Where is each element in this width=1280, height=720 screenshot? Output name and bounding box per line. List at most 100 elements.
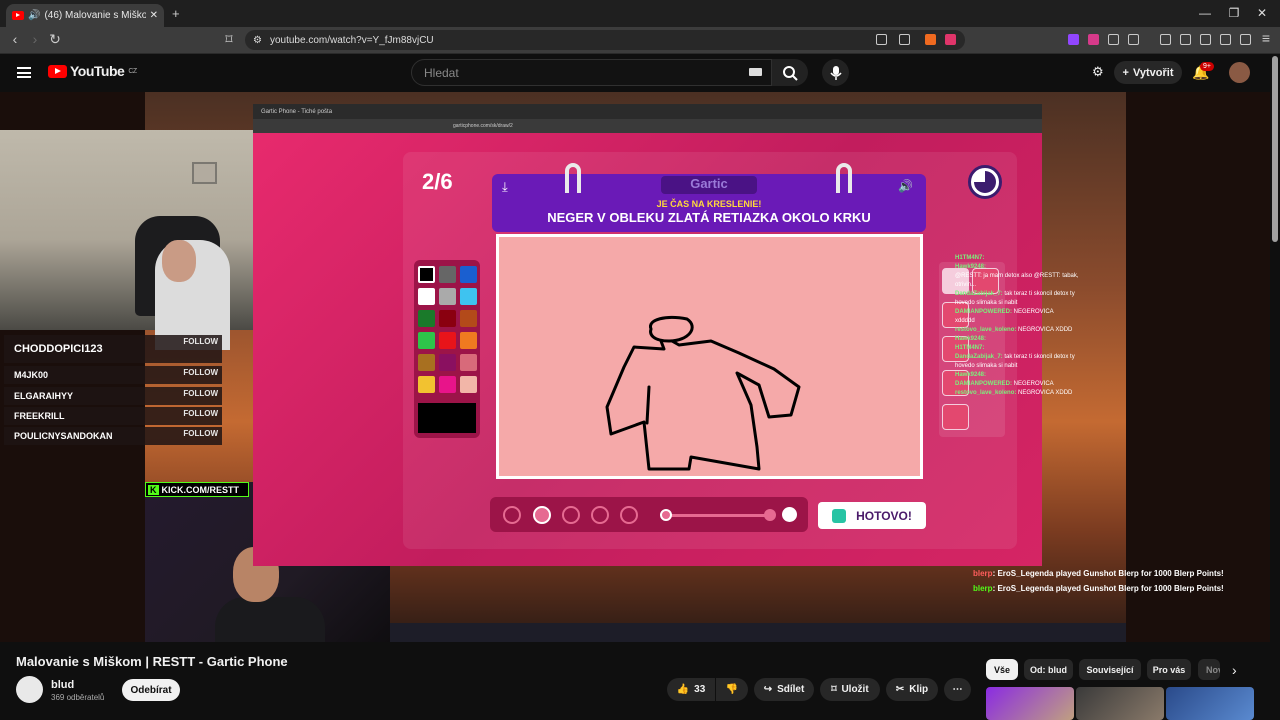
like-button[interactable]: 👍 33 <box>667 678 715 701</box>
opacity-slider[interactable] <box>662 514 772 517</box>
color-swatch[interactable] <box>460 376 477 393</box>
color-swatch[interactable] <box>460 310 477 327</box>
color-swatch[interactable] <box>460 288 477 305</box>
current-color-preview <box>418 403 476 433</box>
color-swatch[interactable] <box>439 332 456 349</box>
minimize-button[interactable]: — <box>1195 6 1215 20</box>
brush-size-option[interactable] <box>620 506 638 524</box>
follow-alert: CHODDOPICI123 FOLLOW <box>4 335 222 363</box>
cast-icon[interactable] <box>876 34 887 45</box>
share-icon: ↪ <box>763 684 773 695</box>
user-avatar[interactable] <box>1229 62 1250 83</box>
color-swatch[interactable] <box>439 288 456 305</box>
forward-icon[interactable]: › <box>26 31 44 47</box>
color-swatch[interactable] <box>439 266 456 283</box>
new-tab-button[interactable]: + <box>172 6 180 21</box>
page-scrollbar[interactable] <box>1272 56 1278 242</box>
youtube-logo[interactable]: YouTube CZ <box>48 63 137 79</box>
done-button[interactable]: HOTOVO! <box>818 502 926 529</box>
channel-avatar[interactable] <box>16 676 43 703</box>
color-swatch[interactable] <box>418 288 435 305</box>
search-input[interactable]: Hledat <box>411 59 772 86</box>
recommended-thumbnail[interactable] <box>986 687 1074 720</box>
leo-ai-icon[interactable] <box>1220 34 1231 45</box>
brush-size-option[interactable] <box>591 506 609 524</box>
site-info-icon[interactable]: ⚙ <box>253 35 262 46</box>
chat-text: NEGROVICA XDDD <box>1018 327 1073 333</box>
back-icon[interactable]: ‹ <box>6 31 24 47</box>
recommended-thumbnail[interactable] <box>1166 687 1254 720</box>
more-actions-button[interactable]: ⋯ <box>944 678 971 701</box>
color-swatch[interactable] <box>418 266 435 283</box>
close-window-button[interactable]: ✕ <box>1252 6 1272 20</box>
eraser-tool-icon[interactable] <box>942 404 969 430</box>
search-button[interactable] <box>772 59 808 86</box>
chat-message: restovo_lave_koleno: NEGROVICA XDDD <box>955 326 1085 335</box>
url-bar[interactable]: ⚙ youtube.com/watch?v=Y_fJm88vjCU <box>245 30 965 50</box>
chip-from-channel[interactable]: Od: blud <box>1024 659 1073 680</box>
chip-related[interactable]: Související <box>1079 659 1141 680</box>
slider-handle[interactable] <box>764 509 776 521</box>
color-swatch[interactable] <box>418 310 435 327</box>
color-swatch[interactable] <box>418 376 435 393</box>
color-swatch[interactable] <box>460 354 477 371</box>
chip-all[interactable]: Vše <box>986 659 1018 680</box>
volume-icon[interactable]: 🔊 <box>898 179 913 193</box>
clip-button[interactable]: ✂ Klip <box>886 678 938 701</box>
dislike-button[interactable]: 👎 <box>716 678 748 701</box>
save-button[interactable]: ⌑ Uložit <box>820 678 880 701</box>
chat-message: DandaZabijak_7: tak teraz ti skoncil det… <box>955 353 1085 371</box>
bookmark-icon[interactable]: ⌑ <box>220 31 238 48</box>
channel-name[interactable]: blud <box>51 679 74 691</box>
recommended-thumbnail[interactable] <box>1076 687 1164 720</box>
chat-user: Hawk9248: <box>955 264 987 270</box>
blerp-alert: blerp: EroS_Legenda played Gunshot Blerp… <box>973 584 1224 593</box>
check-icon <box>832 508 847 523</box>
subscribe-button[interactable]: Odebírat <box>122 679 180 701</box>
keyboard-icon[interactable] <box>749 68 762 76</box>
share-page-icon[interactable] <box>899 34 910 45</box>
brush-size-option[interactable] <box>503 506 521 524</box>
share-button[interactable]: ↪ Sdílet <box>754 678 814 701</box>
color-swatch[interactable] <box>439 354 456 371</box>
color-swatch[interactable] <box>460 266 477 283</box>
chat-message: H1TM4N7: <box>955 254 1085 263</box>
reload-icon[interactable]: ↻ <box>46 31 64 48</box>
tab-close-icon[interactable]: ✕ <box>150 10 158 21</box>
create-button[interactable]: + Vytvořit <box>1114 61 1182 84</box>
chips-next-icon[interactable]: › <box>1232 662 1237 678</box>
follow-alert: POULICNYSANDOKAN FOLLOW <box>4 427 222 445</box>
browser-tab-bar <box>0 0 1280 27</box>
chip-for-you[interactable]: Pro vás <box>1147 659 1191 680</box>
drawing-canvas[interactable] <box>496 234 923 479</box>
chip-new[interactable]: Nové <box>1198 659 1220 680</box>
sidebar-icon[interactable] <box>1180 34 1191 45</box>
puzzle-icon[interactable] <box>1108 34 1119 45</box>
extension-icon[interactable] <box>1088 34 1099 45</box>
follow-alert: ELGARAIHYY FOLLOW <box>4 387 222 405</box>
hamburger-menu-icon[interactable] <box>17 67 31 78</box>
slider-min-icon <box>660 509 672 521</box>
voice-search-button[interactable] <box>822 59 849 86</box>
music-icon[interactable] <box>1160 34 1171 45</box>
download-icon[interactable]: ⤓ <box>502 179 508 195</box>
speaker-icon: 🔊 <box>28 10 41 21</box>
alert-user: blerp <box>973 584 993 593</box>
restore-button[interactable]: ❐ <box>1224 6 1244 20</box>
vpn-icon[interactable] <box>1240 34 1251 45</box>
browser-tab[interactable]: 🔊 (46) Malovanie s Miškom | RES ✕ <box>6 4 164 27</box>
brush-size-option[interactable] <box>562 506 580 524</box>
color-swatch[interactable] <box>418 354 435 371</box>
screenshot-icon[interactable] <box>1128 34 1139 45</box>
brave-shields-icon[interactable] <box>925 34 936 45</box>
menu-icon[interactable]: ≡ <box>1257 30 1275 46</box>
color-swatch[interactable] <box>460 332 477 349</box>
color-swatch[interactable] <box>439 310 456 327</box>
brave-rewards-icon[interactable] <box>945 34 956 45</box>
upload-icon[interactable]: ⚙ <box>1092 64 1104 80</box>
wallet-icon[interactable] <box>1200 34 1211 45</box>
color-swatch[interactable] <box>418 332 435 349</box>
twitch-extension-icon[interactable] <box>1068 34 1079 45</box>
color-swatch[interactable] <box>439 376 456 393</box>
brush-size-option[interactable] <box>533 506 551 524</box>
